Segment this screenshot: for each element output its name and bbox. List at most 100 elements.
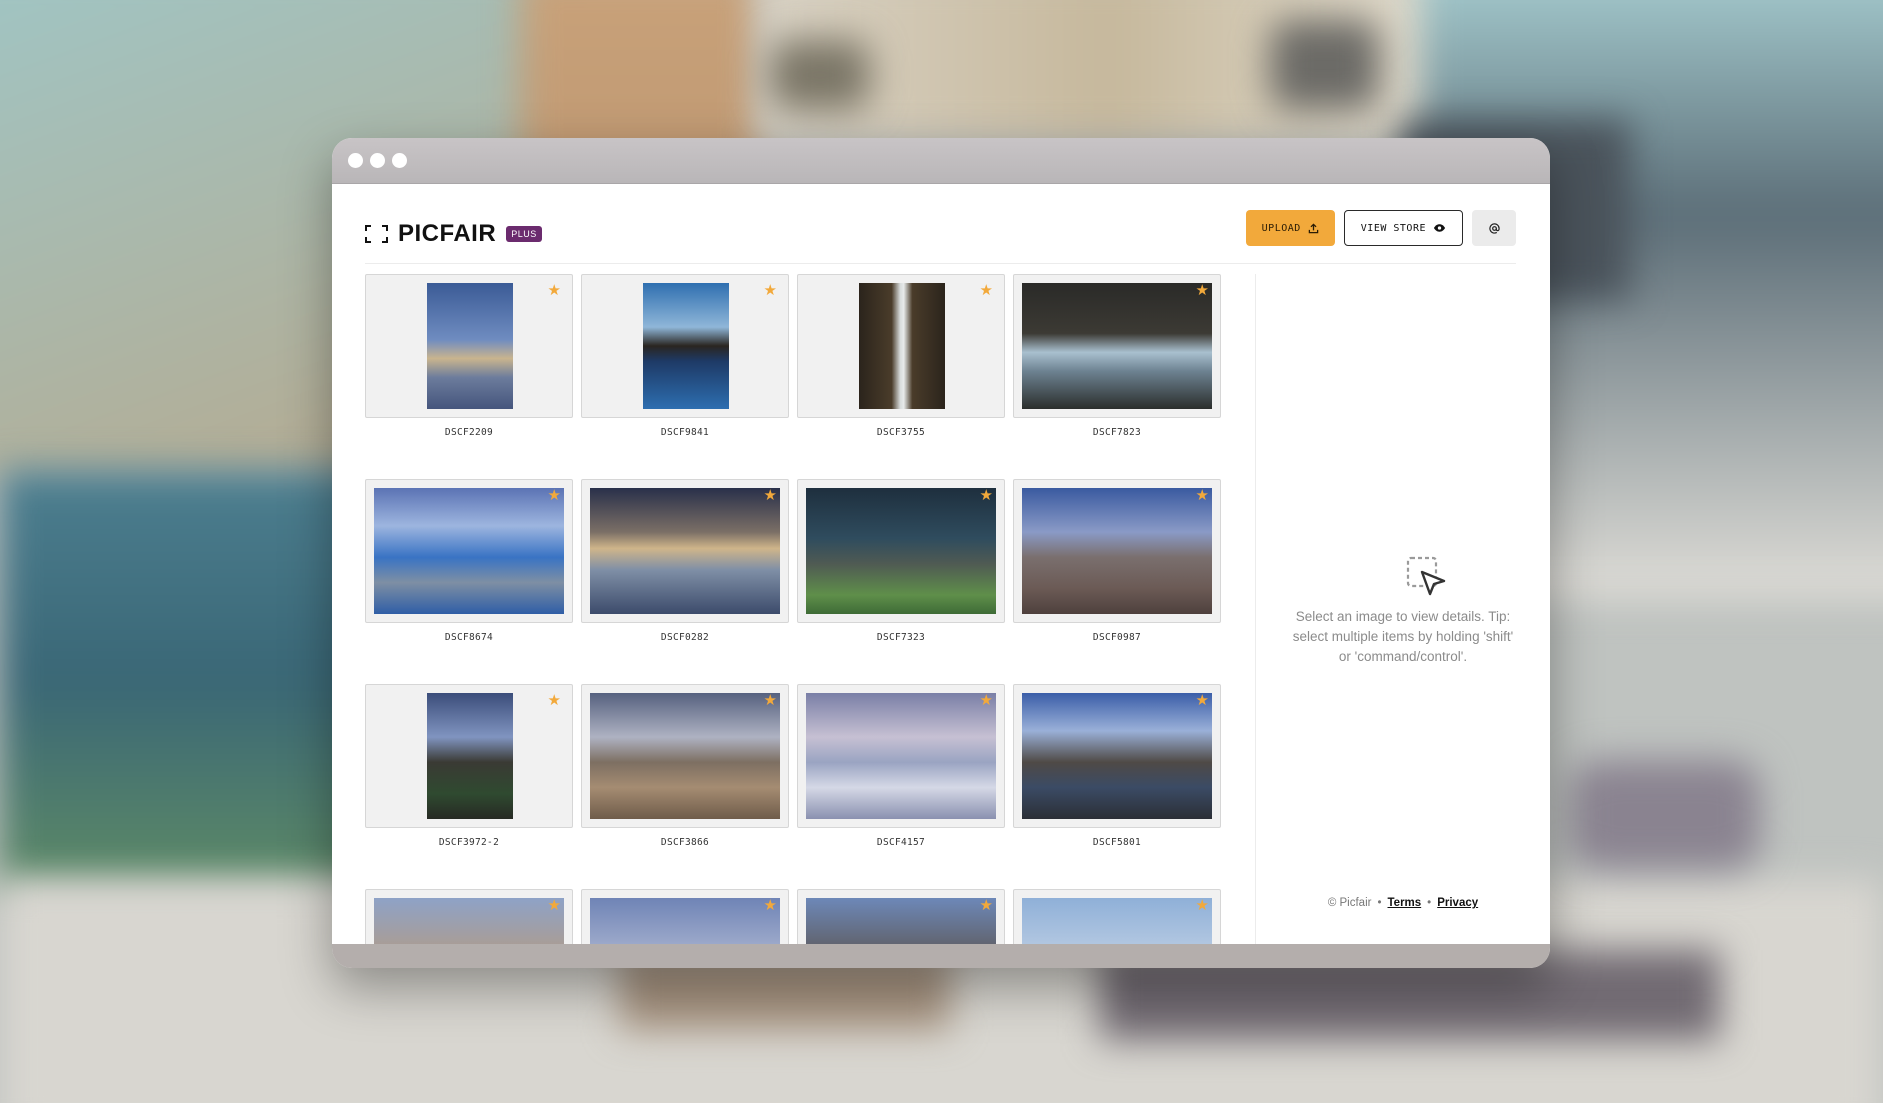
photo-image <box>806 693 996 819</box>
photo-card[interactable]: ★ DSCF0987 <box>1013 479 1221 643</box>
photo-thumbnail[interactable]: ★ <box>581 684 789 828</box>
star-icon[interactable]: ★ <box>548 898 561 913</box>
photo-image <box>1022 898 1212 944</box>
photo-thumbnail[interactable]: ★ <box>365 479 573 623</box>
view-store-label: VIEW STORE <box>1360 222 1426 234</box>
photo-filename: DSCF8674 <box>444 632 494 643</box>
photo-thumbnail[interactable]: ★ <box>797 274 1005 418</box>
account-button[interactable] <box>1472 210 1516 246</box>
photo-image <box>1022 488 1212 614</box>
star-icon[interactable]: ★ <box>548 488 561 503</box>
star-icon[interactable]: ★ <box>980 693 993 708</box>
photo-thumbnail[interactable]: ★ <box>365 889 573 944</box>
window-bottom-edge <box>332 944 1550 968</box>
frame-logo-icon <box>365 225 388 243</box>
photo-image <box>590 898 780 944</box>
picfair-logo[interactable]: PICFAIR PLUS <box>365 220 542 248</box>
photo-image <box>374 898 564 944</box>
star-icon[interactable]: ★ <box>764 488 777 503</box>
app-name: PICFAIR <box>398 220 497 247</box>
star-icon[interactable]: ★ <box>980 283 993 298</box>
photo-filename: DSCF7823 <box>1092 427 1142 438</box>
photo-thumbnail[interactable]: ★ <box>1013 479 1221 623</box>
photo-grid: ★ DSCF2209 ★ DSCF9841 ★ DSCF3755 ★ DSCF7823 ★ DSC… <box>365 274 1225 944</box>
photo-filename: DSCF5801 <box>1092 837 1142 848</box>
photo-image <box>1022 283 1212 409</box>
star-icon[interactable]: ★ <box>764 693 777 708</box>
header-actions: UPLOAD VIEW STORE <box>1245 210 1516 246</box>
empty-selection-tip: Select an image to view details. Tip: se… <box>1292 609 1514 664</box>
photo-card[interactable]: ★ DSCF0282 <box>581 479 789 643</box>
photo-thumbnail[interactable]: ★ <box>581 274 789 418</box>
photo-card[interactable]: ★ DSCF9841 <box>581 274 789 438</box>
window-close-button[interactable] <box>348 153 363 168</box>
privacy-link[interactable]: Privacy <box>1437 897 1478 909</box>
photo-card[interactable]: ★ DSCF7823 <box>1013 274 1221 438</box>
photo-filename: DSCF3755 <box>876 427 926 438</box>
photo-card[interactable]: ★ DSCF3755 <box>797 274 1005 438</box>
photo-card[interactable]: ★ <box>797 889 1005 944</box>
photo-thumbnail[interactable]: ★ <box>797 889 1005 944</box>
photo-card[interactable]: ★ <box>581 889 789 944</box>
photo-image <box>859 283 945 409</box>
photo-card[interactable]: ★ DSCF8674 <box>365 479 573 643</box>
browser-window: PICFAIR PLUS UPLOAD VIEW STORE ★ DSCF220… <box>332 138 1550 968</box>
app-content: PICFAIR PLUS UPLOAD VIEW STORE ★ DSCF220… <box>332 184 1550 944</box>
photo-thumbnail[interactable]: ★ <box>797 684 1005 828</box>
star-icon[interactable]: ★ <box>1196 898 1209 913</box>
photo-thumbnail[interactable]: ★ <box>365 684 573 828</box>
window-minimize-button[interactable] <box>370 153 385 168</box>
photo-image <box>427 283 513 409</box>
photo-image <box>643 283 729 409</box>
photo-image <box>806 898 996 944</box>
photo-thumbnail[interactable]: ★ <box>581 479 789 623</box>
photo-thumbnail[interactable]: ★ <box>365 274 573 418</box>
photo-thumbnail[interactable]: ★ <box>1013 274 1221 418</box>
star-icon[interactable]: ★ <box>1196 693 1209 708</box>
star-icon[interactable]: ★ <box>980 898 993 913</box>
app-header: PICFAIR PLUS UPLOAD VIEW STORE <box>365 204 1516 264</box>
window-titlebar <box>332 138 1550 184</box>
photo-card[interactable]: ★ <box>1013 889 1221 944</box>
photo-filename: DSCF3866 <box>660 837 710 848</box>
selection-cursor-icon <box>1406 556 1446 596</box>
star-icon[interactable]: ★ <box>1196 283 1209 298</box>
star-icon[interactable]: ★ <box>548 693 561 708</box>
photo-thumbnail[interactable]: ★ <box>1013 684 1221 828</box>
star-icon[interactable]: ★ <box>764 283 777 298</box>
window-zoom-button[interactable] <box>392 153 407 168</box>
copyright-text: © Picfair <box>1327 897 1372 909</box>
photo-filename: DSCF4157 <box>876 837 926 848</box>
at-icon <box>1488 222 1500 234</box>
star-icon[interactable]: ★ <box>980 488 993 503</box>
terms-link[interactable]: Terms <box>1388 897 1422 909</box>
upload-button[interactable]: UPLOAD <box>1245 210 1335 246</box>
photo-card[interactable]: ★ DSCF2209 <box>365 274 573 438</box>
photo-thumbnail[interactable]: ★ <box>581 889 789 944</box>
photo-image <box>374 488 564 614</box>
photo-filename: DSCF2209 <box>444 427 494 438</box>
eye-icon <box>1433 224 1446 232</box>
upload-icon <box>1308 222 1319 233</box>
photo-card[interactable]: ★ <box>365 889 573 944</box>
plus-badge: PLUS <box>506 226 542 242</box>
photo-card[interactable]: ★ DSCF3972-2 <box>365 684 573 848</box>
upload-label: UPLOAD <box>1261 222 1301 234</box>
view-store-button[interactable]: VIEW STORE <box>1343 210 1463 246</box>
photo-image <box>1022 693 1212 819</box>
star-icon[interactable]: ★ <box>764 898 777 913</box>
photo-image <box>590 488 780 614</box>
star-icon[interactable]: ★ <box>548 283 561 298</box>
photo-thumbnail[interactable]: ★ <box>1013 889 1221 944</box>
photo-filename: DSCF0987 <box>1092 632 1142 643</box>
sidebar-footer: © Picfair • Terms • Privacy <box>1327 897 1479 909</box>
photo-filename: DSCF7323 <box>876 632 926 643</box>
details-sidebar: Select an image to view details. Tip: se… <box>1255 274 1550 944</box>
photo-card[interactable]: ★ DSCF5801 <box>1013 684 1221 848</box>
photo-card[interactable]: ★ DSCF3866 <box>581 684 789 848</box>
photo-card[interactable]: ★ DSCF7323 <box>797 479 1005 643</box>
photo-card[interactable]: ★ DSCF4157 <box>797 684 1005 848</box>
photo-thumbnail[interactable]: ★ <box>797 479 1005 623</box>
star-icon[interactable]: ★ <box>1196 488 1209 503</box>
photo-filename: DSCF9841 <box>660 427 710 438</box>
